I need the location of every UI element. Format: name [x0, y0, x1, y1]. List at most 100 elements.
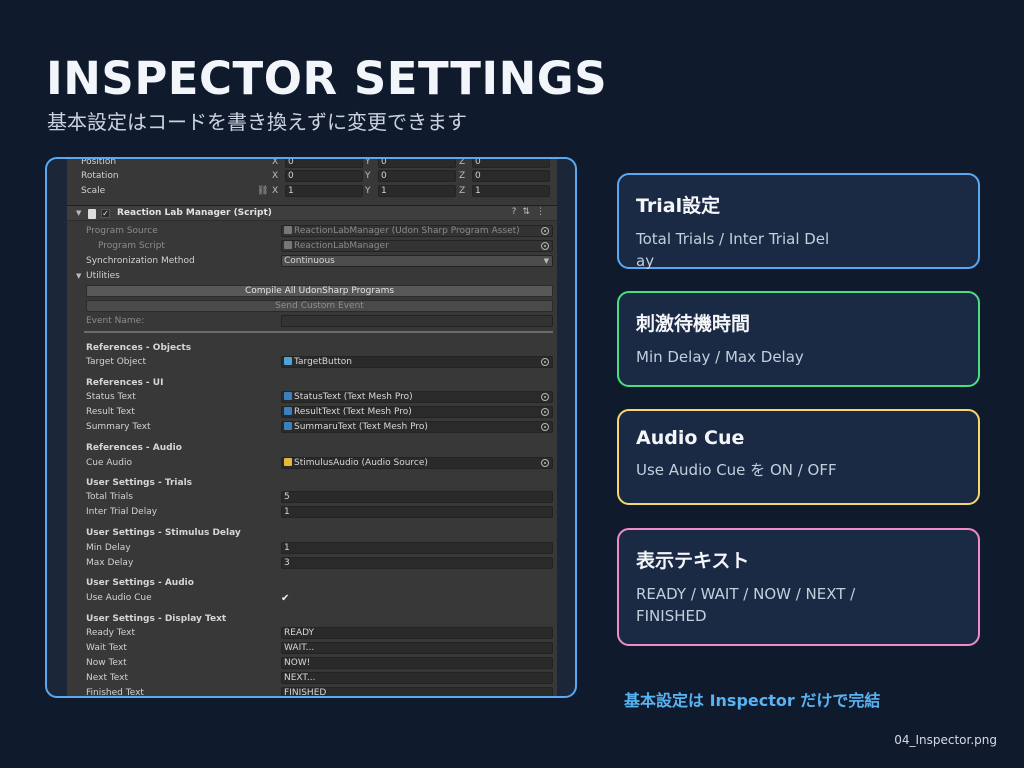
- now-text-label: Now Text: [86, 658, 127, 668]
- cube-icon: [284, 357, 292, 365]
- cue-audio-label: Cue Audio: [86, 458, 132, 468]
- section-audio-settings-header: User Settings - Audio: [86, 578, 194, 588]
- component-header-icons[interactable]: ?⇅⋮: [512, 207, 551, 217]
- position-z-field[interactable]: 0: [472, 159, 550, 168]
- result-text-label: Result Text: [86, 407, 135, 417]
- program-source-label: Program Source: [86, 226, 158, 236]
- max-delay-field[interactable]: 3: [281, 557, 553, 569]
- script-icon: [88, 209, 96, 219]
- summary-text-field[interactable]: SummaruText (Text Mesh Pro): [281, 421, 553, 433]
- next-text-field[interactable]: NEXT...: [281, 672, 553, 684]
- summary-text-value: SummaruText (Text Mesh Pro): [294, 422, 428, 432]
- sync-method-dropdown[interactable]: Continuous ▼: [281, 255, 553, 267]
- inspector-frame: Position X0 Y0 Z0 Rotation X0 Y0 Z0 Scal…: [45, 157, 577, 698]
- send-custom-event-button[interactable]: Send Custom Event: [86, 300, 553, 312]
- inspector-panel: Position X0 Y0 Z0 Rotation X0 Y0 Z0 Scal…: [67, 159, 557, 696]
- inter-trial-delay-field[interactable]: 1: [281, 506, 553, 518]
- section-ui-header: References - UI: [86, 378, 164, 388]
- object-picker-icon[interactable]: [541, 408, 549, 416]
- program-source-value: ReactionLabManager (Udon Sharp Program A…: [294, 226, 520, 236]
- sync-method-label: Synchronization Method: [86, 256, 195, 266]
- program-source-field[interactable]: ReactionLabManager (Udon Sharp Program A…: [281, 225, 553, 237]
- program-script-field[interactable]: ReactionLabManager: [281, 240, 553, 252]
- wait-text-label: Wait Text: [86, 643, 127, 653]
- scale-label: Scale: [81, 186, 106, 196]
- scale-y-field[interactable]: 1: [378, 185, 456, 197]
- component-enabled-checkbox[interactable]: ✓: [101, 209, 110, 218]
- rotation-z-field[interactable]: 0: [472, 170, 550, 182]
- use-audio-cue-row: Use Audio Cue ✔: [67, 591, 557, 605]
- program-script-value: ReactionLabManager: [294, 241, 389, 251]
- status-text-value: StatusText (Text Mesh Pro): [294, 392, 413, 402]
- total-trials-row: Total Trials 5: [67, 490, 557, 504]
- target-object-field[interactable]: TargetButton: [281, 356, 553, 368]
- result-text-field[interactable]: ResultText (Text Mesh Pro): [281, 406, 553, 418]
- program-script-label: Program Script: [98, 241, 165, 251]
- rotation-y-field[interactable]: 0: [378, 170, 456, 182]
- status-text-field[interactable]: StatusText (Text Mesh Pro): [281, 391, 553, 403]
- section-trials-header: User Settings - Trials: [86, 478, 193, 488]
- rotation-x-field[interactable]: 0: [285, 170, 363, 182]
- slide-title: INSPECTOR SETTINGS: [46, 52, 608, 105]
- axis-x-label: X: [272, 159, 279, 167]
- section-delay-header: User Settings - Stimulus Delay: [86, 528, 241, 538]
- scale-row: Scale ⛓ X1 Y1 Z1: [67, 184, 557, 198]
- object-picker-icon[interactable]: [541, 227, 549, 235]
- fold-arrow-icon[interactable]: ▼: [76, 209, 81, 217]
- position-y-field[interactable]: 0: [378, 159, 456, 168]
- link-icon[interactable]: ⛓: [257, 186, 268, 196]
- wait-text-field[interactable]: WAIT...: [281, 642, 553, 654]
- min-delay-row: Min Delay 1: [67, 541, 557, 555]
- axis-y-label: Y: [365, 186, 371, 196]
- compile-all-button[interactable]: Compile All UdonSharp Programs: [86, 285, 553, 297]
- inter-trial-delay-row: Inter Trial Delay 1: [67, 505, 557, 519]
- card-trial-title: Trial設定: [636, 195, 721, 217]
- use-audio-cue-checkbox[interactable]: ✔: [281, 593, 292, 604]
- program-script-row: Program Script ReactionLabManager: [67, 239, 557, 253]
- speaker-icon: [284, 458, 292, 466]
- target-object-label: Target Object: [86, 357, 147, 367]
- event-name-field[interactable]: [281, 315, 553, 327]
- cue-audio-value: StimulusAudio (Audio Source): [294, 458, 428, 468]
- result-text-value: ResultText (Text Mesh Pro): [294, 407, 412, 417]
- program-source-row: Program Source ReactionLabManager (Udon …: [67, 224, 557, 238]
- scale-x-field[interactable]: 1: [285, 185, 363, 197]
- cue-audio-field[interactable]: StimulusAudio (Audio Source): [281, 457, 553, 469]
- object-picker-icon[interactable]: [541, 423, 549, 431]
- ready-text-field[interactable]: READY: [281, 627, 553, 639]
- min-delay-field[interactable]: 1: [281, 542, 553, 554]
- axis-y-label: Y: [365, 171, 371, 181]
- axis-y-label: Y: [365, 159, 371, 167]
- card-audio-title: Audio Cue: [636, 427, 745, 449]
- next-text-label: Next Text: [86, 673, 129, 683]
- max-delay-label: Max Delay: [86, 558, 134, 568]
- object-picker-icon[interactable]: [541, 393, 549, 401]
- scale-z-field[interactable]: 1: [472, 185, 550, 197]
- position-label: Position: [81, 159, 117, 167]
- object-picker-icon[interactable]: [541, 459, 549, 467]
- summary-text-row: Summary Text SummaruText (Text Mesh Pro): [67, 420, 557, 434]
- finished-text-field[interactable]: FINISHED: [281, 687, 553, 696]
- card-delay-title: 刺激待機時間: [636, 313, 751, 335]
- now-text-field[interactable]: NOW!: [281, 657, 553, 669]
- target-object-row: Target Object TargetButton: [67, 355, 557, 369]
- fold-arrow-icon[interactable]: ▼: [76, 272, 81, 280]
- max-delay-row: Max Delay 3: [67, 556, 557, 570]
- finished-text-label: Finished Text: [86, 688, 144, 696]
- component-header[interactable]: ▼ ✓ Reaction Lab Manager (Script) ?⇅⋮: [67, 205, 557, 221]
- total-trials-field[interactable]: 5: [281, 491, 553, 503]
- utilities-label: Utilities: [86, 271, 120, 281]
- text-mesh-pro-icon: [284, 407, 292, 415]
- axis-x-label: X: [272, 171, 279, 181]
- card-display-text: 表示テキスト READY / WAIT / NOW / NEXT / FINIS…: [617, 528, 980, 646]
- section-audio-ref-header: References - Audio: [86, 443, 182, 453]
- utilities-row[interactable]: ▼ Utilities: [67, 269, 557, 283]
- position-x-field[interactable]: 0: [285, 159, 363, 168]
- card-text-title: 表示テキスト: [636, 550, 750, 572]
- object-picker-icon[interactable]: [541, 358, 549, 366]
- ready-text-label: Ready Text: [86, 628, 136, 638]
- section-objects-header: References - Objects: [86, 343, 192, 353]
- script-file-icon: [284, 241, 292, 249]
- result-text-row: Result Text ResultText (Text Mesh Pro): [67, 405, 557, 419]
- object-picker-icon[interactable]: [541, 242, 549, 250]
